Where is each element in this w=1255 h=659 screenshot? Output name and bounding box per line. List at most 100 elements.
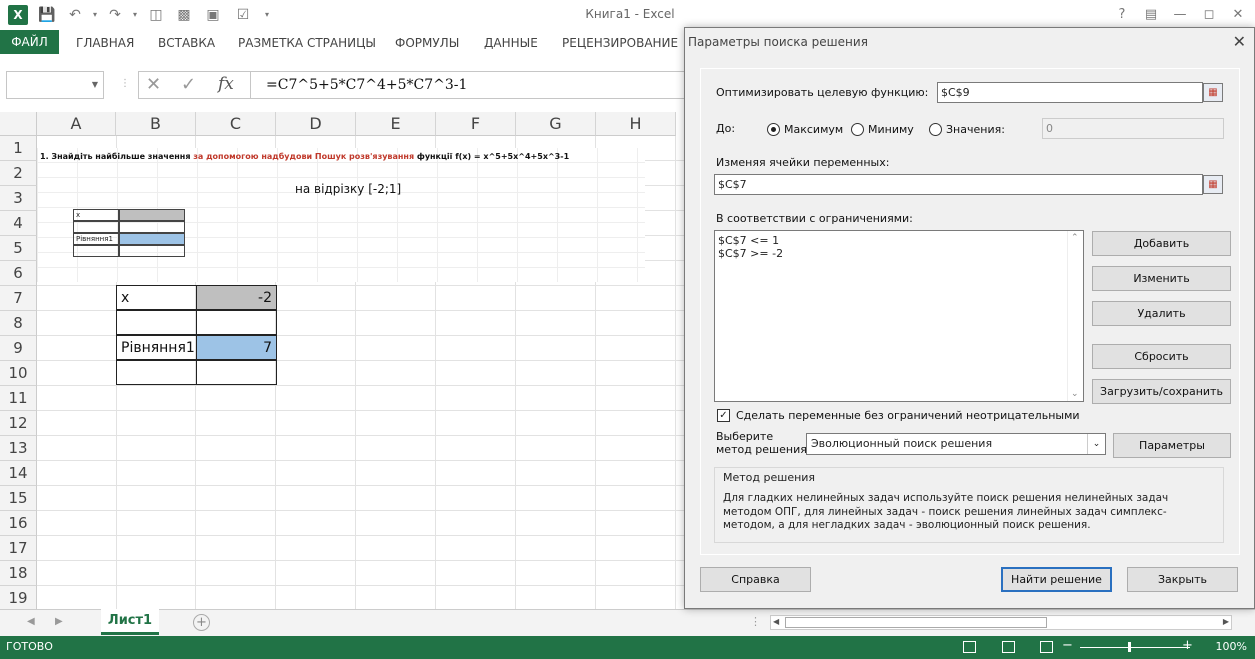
customize-toolbar-icon[interactable]: ▾ bbox=[258, 6, 276, 24]
redo-dropdown-icon[interactable]: ▾ bbox=[126, 6, 144, 24]
row-header[interactable]: 9 bbox=[0, 336, 37, 361]
scroll-right-icon[interactable]: ▶ bbox=[1223, 617, 1229, 626]
tab-file[interactable]: ФАЙЛ bbox=[0, 30, 59, 54]
tab-insert[interactable]: ВСТАВКА bbox=[158, 33, 215, 55]
row-header[interactable]: 4 bbox=[0, 211, 37, 236]
zoom-in-icon[interactable]: + bbox=[1182, 638, 1193, 653]
tab-data[interactable]: ДАННЫЕ bbox=[484, 33, 538, 55]
cell-c7[interactable]: -2 bbox=[196, 285, 277, 310]
tab-page-layout[interactable]: РАЗМЕТКА СТРАНИЦЫ bbox=[238, 33, 376, 55]
method-select[interactable]: Эволюционный поиск решения ⌄ bbox=[806, 433, 1106, 455]
collapse-ref-icon[interactable]: ▦ bbox=[1203, 83, 1223, 102]
scroll-left-icon[interactable]: ◀ bbox=[773, 617, 779, 626]
row-header[interactable]: 10 bbox=[0, 361, 37, 386]
options-button[interactable]: Параметры bbox=[1113, 433, 1231, 458]
enter-icon[interactable]: ✓ bbox=[181, 74, 196, 95]
close-window-icon[interactable]: ✕ bbox=[1227, 5, 1249, 25]
value-input[interactable]: 0 bbox=[1042, 118, 1224, 139]
tab-review[interactable]: РЕЦЕНЗИРОВАНИЕ bbox=[562, 33, 678, 55]
help-button[interactable]: Справка bbox=[700, 567, 811, 592]
row-header[interactable]: 15 bbox=[0, 486, 37, 511]
zoom-out-icon[interactable]: − bbox=[1062, 638, 1073, 653]
row-header[interactable]: 8 bbox=[0, 311, 37, 336]
column-header[interactable]: E bbox=[356, 112, 436, 136]
minimize-icon[interactable]: — bbox=[1169, 5, 1191, 25]
next-sheet-icon[interactable]: ▶ bbox=[55, 616, 63, 627]
zoom-slider[interactable] bbox=[1080, 647, 1190, 648]
row-header[interactable]: 5 bbox=[0, 236, 37, 261]
constraints-list[interactable]: $C$7 <= 1 $C$7 >= -2 ⌃ ⌄ bbox=[714, 230, 1084, 402]
tab-formulas[interactable]: ФОРМУЛЫ bbox=[395, 33, 459, 55]
row-header[interactable]: 12 bbox=[0, 411, 37, 436]
add-button[interactable]: Добавить bbox=[1092, 231, 1231, 256]
horizontal-scrollbar[interactable]: ◀ ▶ bbox=[770, 615, 1232, 630]
collapse-ref-icon[interactable]: ▦ bbox=[1203, 175, 1223, 194]
row-header[interactable]: 7 bbox=[0, 286, 37, 311]
objective-input[interactable]: $C$9 bbox=[937, 82, 1203, 103]
undo-dropdown-icon[interactable]: ▾ bbox=[86, 6, 104, 24]
row-header[interactable]: 18 bbox=[0, 561, 37, 586]
zoom-thumb[interactable] bbox=[1128, 642, 1131, 652]
column-header[interactable]: C bbox=[196, 112, 276, 136]
list-item[interactable]: $C$7 >= -2 bbox=[715, 247, 1083, 260]
chevron-up-icon[interactable]: ⌃ bbox=[1071, 233, 1079, 243]
formula-input[interactable]: =C7^5+5*C7^4+5*C7^3-1 bbox=[250, 71, 690, 99]
sheet-tab-list1[interactable]: Лист1 bbox=[101, 609, 159, 635]
close-button[interactable]: Закрыть bbox=[1127, 567, 1238, 592]
name-box[interactable]: ▼ bbox=[6, 71, 104, 99]
change-button[interactable]: Изменить bbox=[1092, 266, 1231, 291]
zoom-level[interactable]: 100% bbox=[1216, 640, 1247, 653]
cancel-icon[interactable]: ✕ bbox=[146, 74, 161, 95]
undo-icon[interactable]: ↶ bbox=[66, 6, 84, 24]
scroll-thumb[interactable] bbox=[785, 617, 1047, 628]
ribbon-display-icon[interactable]: ▤ bbox=[1140, 5, 1162, 25]
column-header[interactable]: A bbox=[37, 112, 116, 136]
cell-c9[interactable]: 7 bbox=[196, 335, 277, 360]
insert-function-icon[interactable]: fx bbox=[218, 74, 234, 94]
row-header[interactable]: 16 bbox=[0, 511, 37, 536]
camera-icon[interactable]: ▣ bbox=[204, 6, 222, 24]
add-sheet-icon[interactable]: + bbox=[193, 614, 210, 631]
chevron-down-icon[interactable]: ⌄ bbox=[1087, 434, 1105, 454]
cell-b10[interactable] bbox=[116, 360, 197, 385]
cell-b9[interactable]: Рівняння1 bbox=[116, 335, 197, 360]
row-header[interactable]: 2 bbox=[0, 161, 37, 186]
column-header[interactable]: B bbox=[116, 112, 196, 136]
save-icon[interactable]: 💾 bbox=[38, 6, 56, 24]
page-break-view-icon[interactable] bbox=[1040, 641, 1053, 653]
solve-button[interactable]: Найти решение bbox=[1001, 567, 1112, 592]
chart-icon[interactable]: ▩ bbox=[175, 6, 193, 24]
print-preview-icon[interactable]: ◫ bbox=[147, 6, 165, 24]
help-icon[interactable]: ? bbox=[1111, 5, 1133, 25]
column-header[interactable]: F bbox=[436, 112, 516, 136]
worksheet-grid[interactable]: ABCDEFGH 1 2 3 4 5 6 7 8 9 10 11 12 13 14 15 16 17 18 19 1… bbox=[0, 112, 690, 609]
radio-max[interactable] bbox=[767, 123, 780, 136]
redo-icon[interactable]: ↷ bbox=[106, 6, 124, 24]
tab-home[interactable]: ГЛАВНАЯ bbox=[76, 33, 134, 55]
normal-view-icon[interactable] bbox=[963, 641, 976, 653]
select-all-corner[interactable] bbox=[0, 112, 37, 136]
constraints-scrollbar[interactable]: ⌃ ⌄ bbox=[1067, 231, 1083, 401]
column-header[interactable]: H bbox=[596, 112, 676, 136]
column-header[interactable]: D bbox=[276, 112, 356, 136]
chevron-down-icon[interactable]: ⌄ bbox=[1071, 389, 1079, 399]
chevron-down-icon[interactable]: ▼ bbox=[92, 80, 98, 89]
row-header[interactable]: 11 bbox=[0, 386, 37, 411]
by-changing-input[interactable]: $C$7 bbox=[714, 174, 1203, 195]
page-layout-view-icon[interactable] bbox=[1002, 641, 1015, 653]
close-icon[interactable]: ✕ bbox=[1233, 32, 1246, 51]
row-header[interactable]: 6 bbox=[0, 261, 37, 286]
cell-c10[interactable] bbox=[196, 360, 277, 385]
row-header[interactable]: 3 bbox=[0, 186, 37, 211]
radio-value[interactable] bbox=[929, 123, 942, 136]
reset-button[interactable]: Сбросить bbox=[1092, 344, 1231, 369]
row-header[interactable]: 13 bbox=[0, 436, 37, 461]
list-item[interactable]: $C$7 <= 1 bbox=[715, 234, 1083, 247]
row-header[interactable]: 19 bbox=[0, 586, 37, 609]
row-header[interactable]: 17 bbox=[0, 536, 37, 561]
unconstrained-checkbox[interactable]: ✓ bbox=[717, 409, 730, 422]
maximize-icon[interactable]: ◻ bbox=[1198, 5, 1220, 25]
row-header[interactable]: 14 bbox=[0, 461, 37, 486]
cell-c8[interactable] bbox=[196, 310, 277, 335]
delete-button[interactable]: Удалить bbox=[1092, 301, 1231, 326]
